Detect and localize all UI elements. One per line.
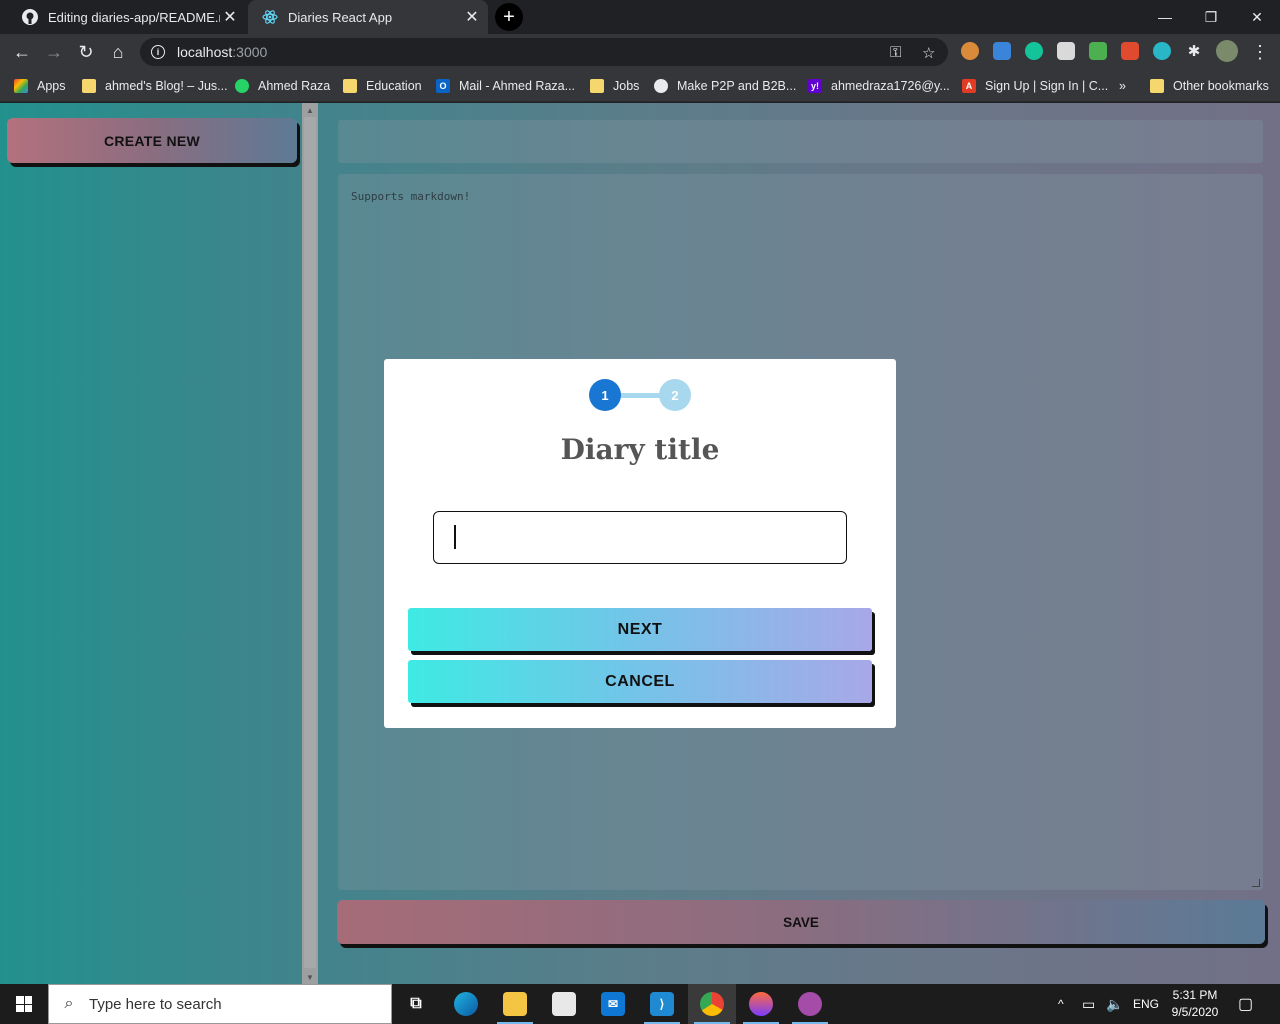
drop-icon[interactable]: [737, 984, 785, 1024]
bookmark-p2p[interactable]: Make P2P and B2B...: [654, 76, 796, 96]
editor-placeholder: Supports markdown!: [351, 190, 471, 203]
forward-icon[interactable]: →: [40, 38, 68, 66]
extension-icon[interactable]: [1153, 42, 1171, 60]
extension-icon[interactable]: [1089, 42, 1107, 60]
bookmark-star-icon[interactable]: ☆: [922, 44, 935, 62]
apps-grid-icon: [14, 79, 28, 93]
dialog-title: Diary title: [560, 433, 720, 466]
browser-toolbar: ← → ↻ ⌂ i localhost:3000 ⚿ ☆ ✱ ⋮: [0, 34, 1280, 70]
sidebar-scrollbar[interactable]: ▲ ▼: [302, 103, 318, 984]
restore-button[interactable]: ❐: [1188, 0, 1234, 34]
url-text: localhost:3000: [177, 44, 268, 60]
create-diary-dialog: 1 2 Diary title NEXT CANCEL: [384, 359, 896, 728]
globe-icon: [654, 79, 668, 93]
edge-icon[interactable]: [442, 984, 490, 1024]
tab-diaries[interactable]: Diaries React App ✕: [248, 0, 488, 34]
scroll-down-icon[interactable]: ▼: [302, 970, 318, 984]
folder-icon: [82, 79, 96, 93]
tab-readme[interactable]: Editing diaries-app/README.md ✕: [8, 0, 246, 34]
github-icon: [22, 9, 38, 25]
bookmark-signup[interactable]: A Sign Up | Sign In | C...: [962, 76, 1108, 96]
yahoo-icon: y!: [808, 79, 822, 93]
search-placeholder: Type here to search: [89, 995, 222, 1013]
site-info-icon[interactable]: i: [151, 45, 165, 59]
scroll-up-icon[interactable]: ▲: [302, 103, 318, 117]
extension-icon[interactable]: [993, 42, 1011, 60]
language-indicator[interactable]: ENG: [1133, 984, 1159, 1024]
bookmark-education[interactable]: Education: [343, 76, 422, 96]
home-icon[interactable]: ⌂: [104, 38, 132, 66]
menu-icon[interactable]: ⋮: [1246, 38, 1274, 66]
tab-title: Diaries React App: [288, 9, 393, 25]
entry-title-field[interactable]: [338, 120, 1263, 163]
clock[interactable]: 5:31 PM 9/5/2020: [1166, 987, 1224, 1021]
notifications-icon[interactable]: ▢: [1238, 984, 1253, 1024]
folder-icon: [343, 79, 357, 93]
react-icon: [262, 9, 278, 25]
save-button[interactable]: SAVE: [337, 900, 1265, 944]
tray-overflow-icon[interactable]: ^: [1058, 984, 1064, 1024]
step-2: 2: [659, 379, 691, 411]
outlook-icon: O: [436, 79, 450, 93]
bookmark-other[interactable]: Other bookmarks: [1150, 76, 1269, 96]
bookmark-jobs[interactable]: Jobs: [590, 76, 639, 96]
text-caret: [454, 525, 456, 549]
step-connector: [619, 393, 661, 398]
task-view-icon[interactable]: ⧉: [392, 984, 440, 1024]
folder-icon: [1150, 79, 1164, 93]
bookmark-ahmed-raza[interactable]: Ahmed Raza: [235, 76, 330, 96]
cookie-extension-icon[interactable]: [961, 42, 979, 60]
store-icon[interactable]: [540, 984, 588, 1024]
reload-icon[interactable]: ↻: [72, 38, 100, 66]
vscode-icon[interactable]: ⟩: [638, 984, 686, 1024]
chrome-icon[interactable]: [688, 984, 736, 1024]
file-explorer-icon[interactable]: [491, 984, 539, 1024]
sidebar: CREATE NEW: [0, 103, 302, 984]
scrollbar-thumb[interactable]: [304, 117, 316, 968]
bookmarks-bar: Apps ahmed's Blog! – Jus... Ahmed Raza E…: [0, 70, 1280, 102]
address-bar[interactable]: i localhost:3000 ⚿ ☆: [140, 38, 948, 66]
resize-grip-icon[interactable]: [1252, 879, 1260, 887]
new-tab-button[interactable]: +: [495, 3, 523, 31]
key-icon[interactable]: ⚿: [890, 44, 901, 61]
bookmark-mail[interactable]: O Mail - Ahmed Raza...: [436, 76, 575, 96]
minimize-button[interactable]: —: [1142, 0, 1188, 34]
taskbar: ⌕ Type here to search ⧉ ✉ ⟩ ^ ▭ 🔈 ENG 5:…: [0, 984, 1280, 1024]
bookmark-blog[interactable]: ahmed's Blog! – Jus...: [82, 76, 228, 96]
whatsapp-icon: [235, 79, 249, 93]
diary-title-input[interactable]: [433, 511, 847, 564]
stepper: 1 2: [589, 379, 691, 411]
create-new-button[interactable]: CREATE NEW: [7, 118, 297, 163]
github-desktop-icon[interactable]: [786, 984, 834, 1024]
volume-icon[interactable]: 🔈: [1106, 984, 1123, 1024]
acrobat-icon: A: [962, 79, 976, 93]
folder-icon: [590, 79, 604, 93]
avatar[interactable]: [1216, 40, 1238, 62]
windows-start-icon[interactable]: [0, 984, 48, 1024]
close-window-button[interactable]: ✕: [1234, 0, 1280, 34]
step-1: 1: [589, 379, 621, 411]
puzzle-icon[interactable]: ✱: [1185, 42, 1203, 60]
grammarly-icon[interactable]: [1025, 42, 1043, 60]
back-icon[interactable]: ←: [8, 38, 36, 66]
network-icon[interactable]: ▭: [1082, 984, 1095, 1024]
taskbar-search-box[interactable]: ⌕ Type here to search: [48, 984, 392, 1024]
cancel-button[interactable]: CANCEL: [408, 660, 872, 703]
next-button[interactable]: NEXT: [408, 608, 872, 651]
close-tab-icon[interactable]: ✕: [220, 7, 240, 27]
extension-icon[interactable]: [1057, 42, 1075, 60]
clock-date: 9/5/2020: [1171, 1005, 1219, 1019]
bookmarks-overflow-icon[interactable]: »: [1119, 76, 1126, 96]
close-tab-icon[interactable]: ✕: [462, 7, 482, 27]
mail-icon[interactable]: ✉: [589, 984, 637, 1024]
search-icon: ⌕: [64, 995, 74, 1012]
clock-time: 5:31 PM: [1172, 988, 1218, 1002]
extension-icon[interactable]: [1121, 42, 1139, 60]
tab-strip: Editing diaries-app/README.md ✕ Diaries …: [0, 0, 1280, 34]
bookmark-yahoo[interactable]: y! ahmedraza1726@y...: [808, 76, 950, 96]
tab-title: Editing diaries-app/README.md: [48, 9, 220, 25]
bookmark-apps[interactable]: Apps: [14, 76, 66, 96]
